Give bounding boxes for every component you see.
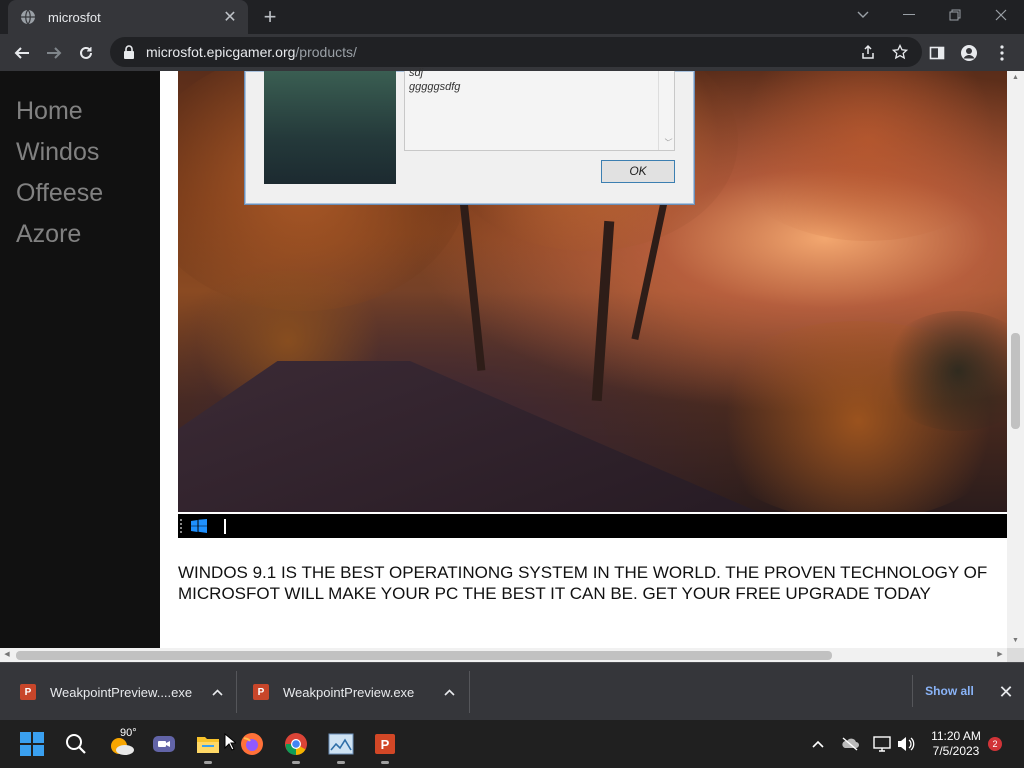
fake-taskbar-strip [178, 514, 1007, 538]
notification-badge[interactable]: 2 [988, 737, 1002, 751]
new-tab-button[interactable]: + [258, 5, 282, 29]
download-item-name: WeakpointPreview....exe [50, 684, 193, 700]
bookmark-star-icon[interactable] [891, 43, 909, 65]
tab-title: microsfot [48, 9, 101, 25]
sidebar-nav: Home Windos Offeese Azore [0, 71, 160, 662]
url-domain: microsfot.epicgamer.org [146, 44, 296, 60]
dialog-text-line-2: gggggsdfg [409, 81, 461, 93]
close-window-button[interactable] [978, 0, 1024, 30]
side-panel-icon[interactable] [922, 38, 952, 68]
chevron-up-icon[interactable] [444, 685, 455, 699]
download-item-1[interactable]: P WeakpointPreview....exe [20, 663, 230, 721]
back-arrow-icon[interactable] [7, 38, 37, 68]
scroll-right-icon[interactable]: ▶ [993, 648, 1007, 662]
menu-kebab-icon[interactable] [987, 38, 1017, 68]
url-path: /products/ [295, 44, 357, 60]
app-icon[interactable] [325, 728, 357, 764]
chevron-up-icon[interactable] [212, 685, 223, 699]
download-divider [469, 671, 470, 713]
active-indicator [337, 761, 345, 764]
download-item-name: WeakpointPreview.exe [283, 684, 415, 700]
dialog-image [264, 71, 396, 184]
reload-icon[interactable] [71, 38, 101, 68]
mouse-cursor-icon [224, 732, 238, 756]
tray-overflow-chevron-icon[interactable] [808, 734, 828, 754]
scrollbar-corner [1007, 648, 1024, 662]
clock-time: 11:20 AM [931, 729, 981, 743]
scroll-up-icon[interactable]: ▲ [1007, 71, 1024, 85]
powerpoint-file-icon: P [20, 684, 36, 700]
network-icon[interactable] [872, 734, 892, 754]
profile-avatar-icon[interactable] [954, 38, 984, 68]
windows-logo-icon[interactable] [190, 518, 208, 534]
forward-arrow-icon[interactable] [39, 38, 69, 68]
share-icon[interactable] [860, 44, 876, 65]
browser-tab-strip: microsfot ✕ + [0, 0, 1024, 34]
powerpoint-icon[interactable]: P [369, 728, 401, 764]
download-item-2[interactable]: P WeakpointPreview.exe [253, 663, 463, 721]
show-all-button[interactable]: Show all [912, 675, 986, 707]
grip-icon [180, 519, 184, 533]
sidebar-item-home[interactable]: Home [0, 91, 160, 132]
clock-date: 7/5/2023 [932, 744, 980, 758]
volume-icon[interactable] [896, 734, 916, 754]
address-bar[interactable]: microsfot.epicgamer.org/products/ [110, 37, 922, 67]
scroll-down-icon[interactable]: ▼ [1007, 634, 1024, 648]
scroll-left-icon[interactable]: ◀ [0, 648, 14, 662]
dialog-text-scrollbar[interactable]: ﹀ [658, 71, 674, 150]
sidebar-item-windos[interactable]: Windos [0, 132, 160, 173]
vertical-scroll-thumb[interactable] [1011, 333, 1020, 429]
start-icon[interactable] [16, 728, 48, 760]
firefox-icon[interactable] [236, 728, 268, 760]
product-description: WINDOS 9.1 IS THE BEST OPERATINONG SYSTE… [178, 563, 988, 603]
dialog-text-line-1: sdj [409, 67, 424, 79]
svg-text:P: P [381, 737, 390, 752]
horizontal-scrollbar[interactable]: ◀ ▶ [0, 648, 1007, 662]
active-indicator [292, 761, 300, 764]
search-icon[interactable] [60, 728, 92, 760]
browser-tab[interactable]: microsfot ✕ [8, 0, 248, 34]
dialog-text-area[interactable]: sdj gggggsdfg ﹀ [404, 67, 675, 151]
ok-button[interactable]: OK [601, 160, 675, 183]
close-download-bar-icon[interactable]: ✕ [994, 681, 1018, 703]
tab-close-icon[interactable]: ✕ [218, 7, 242, 27]
restore-button[interactable] [932, 0, 978, 30]
chevron-down-icon[interactable]: ﹀ [663, 137, 671, 148]
weather-icon[interactable]: 90° [106, 727, 138, 760]
minimize-button[interactable] [886, 0, 932, 30]
url-text: microsfot.epicgamer.org/products/ [146, 44, 357, 60]
active-indicator [204, 761, 212, 764]
taskbar-clock[interactable]: 11:20 AM 7/5/2023 [924, 729, 988, 759]
weather-temp: 90° [120, 727, 137, 739]
powerpoint-file-icon: P [253, 684, 269, 700]
chrome-icon[interactable] [280, 728, 312, 764]
active-indicator [381, 761, 389, 764]
download-shelf: P WeakpointPreview....exe P WeakpointPre… [0, 662, 1024, 720]
sidebar-item-azore[interactable]: Azore [0, 214, 160, 255]
globe-icon [20, 9, 36, 25]
tab-search-icon[interactable] [840, 0, 886, 30]
onedrive-offline-icon[interactable] [840, 734, 860, 754]
vertical-scrollbar[interactable]: ▲ ▼ [1007, 71, 1024, 648]
download-divider [236, 671, 237, 713]
about-dialog: sdj gggggsdfg ﹀ OK [244, 67, 695, 205]
lock-icon[interactable] [122, 45, 136, 59]
teams-icon[interactable] [148, 728, 180, 760]
sidebar-item-offeese[interactable]: Offeese [0, 173, 160, 214]
windows-taskbar: 90° P 11:20 AM 7/5/2023 2 [0, 720, 1024, 768]
horizontal-scroll-thumb[interactable] [16, 651, 832, 660]
text-caret[interactable] [224, 518, 226, 534]
file-explorer-icon[interactable] [192, 728, 224, 764]
